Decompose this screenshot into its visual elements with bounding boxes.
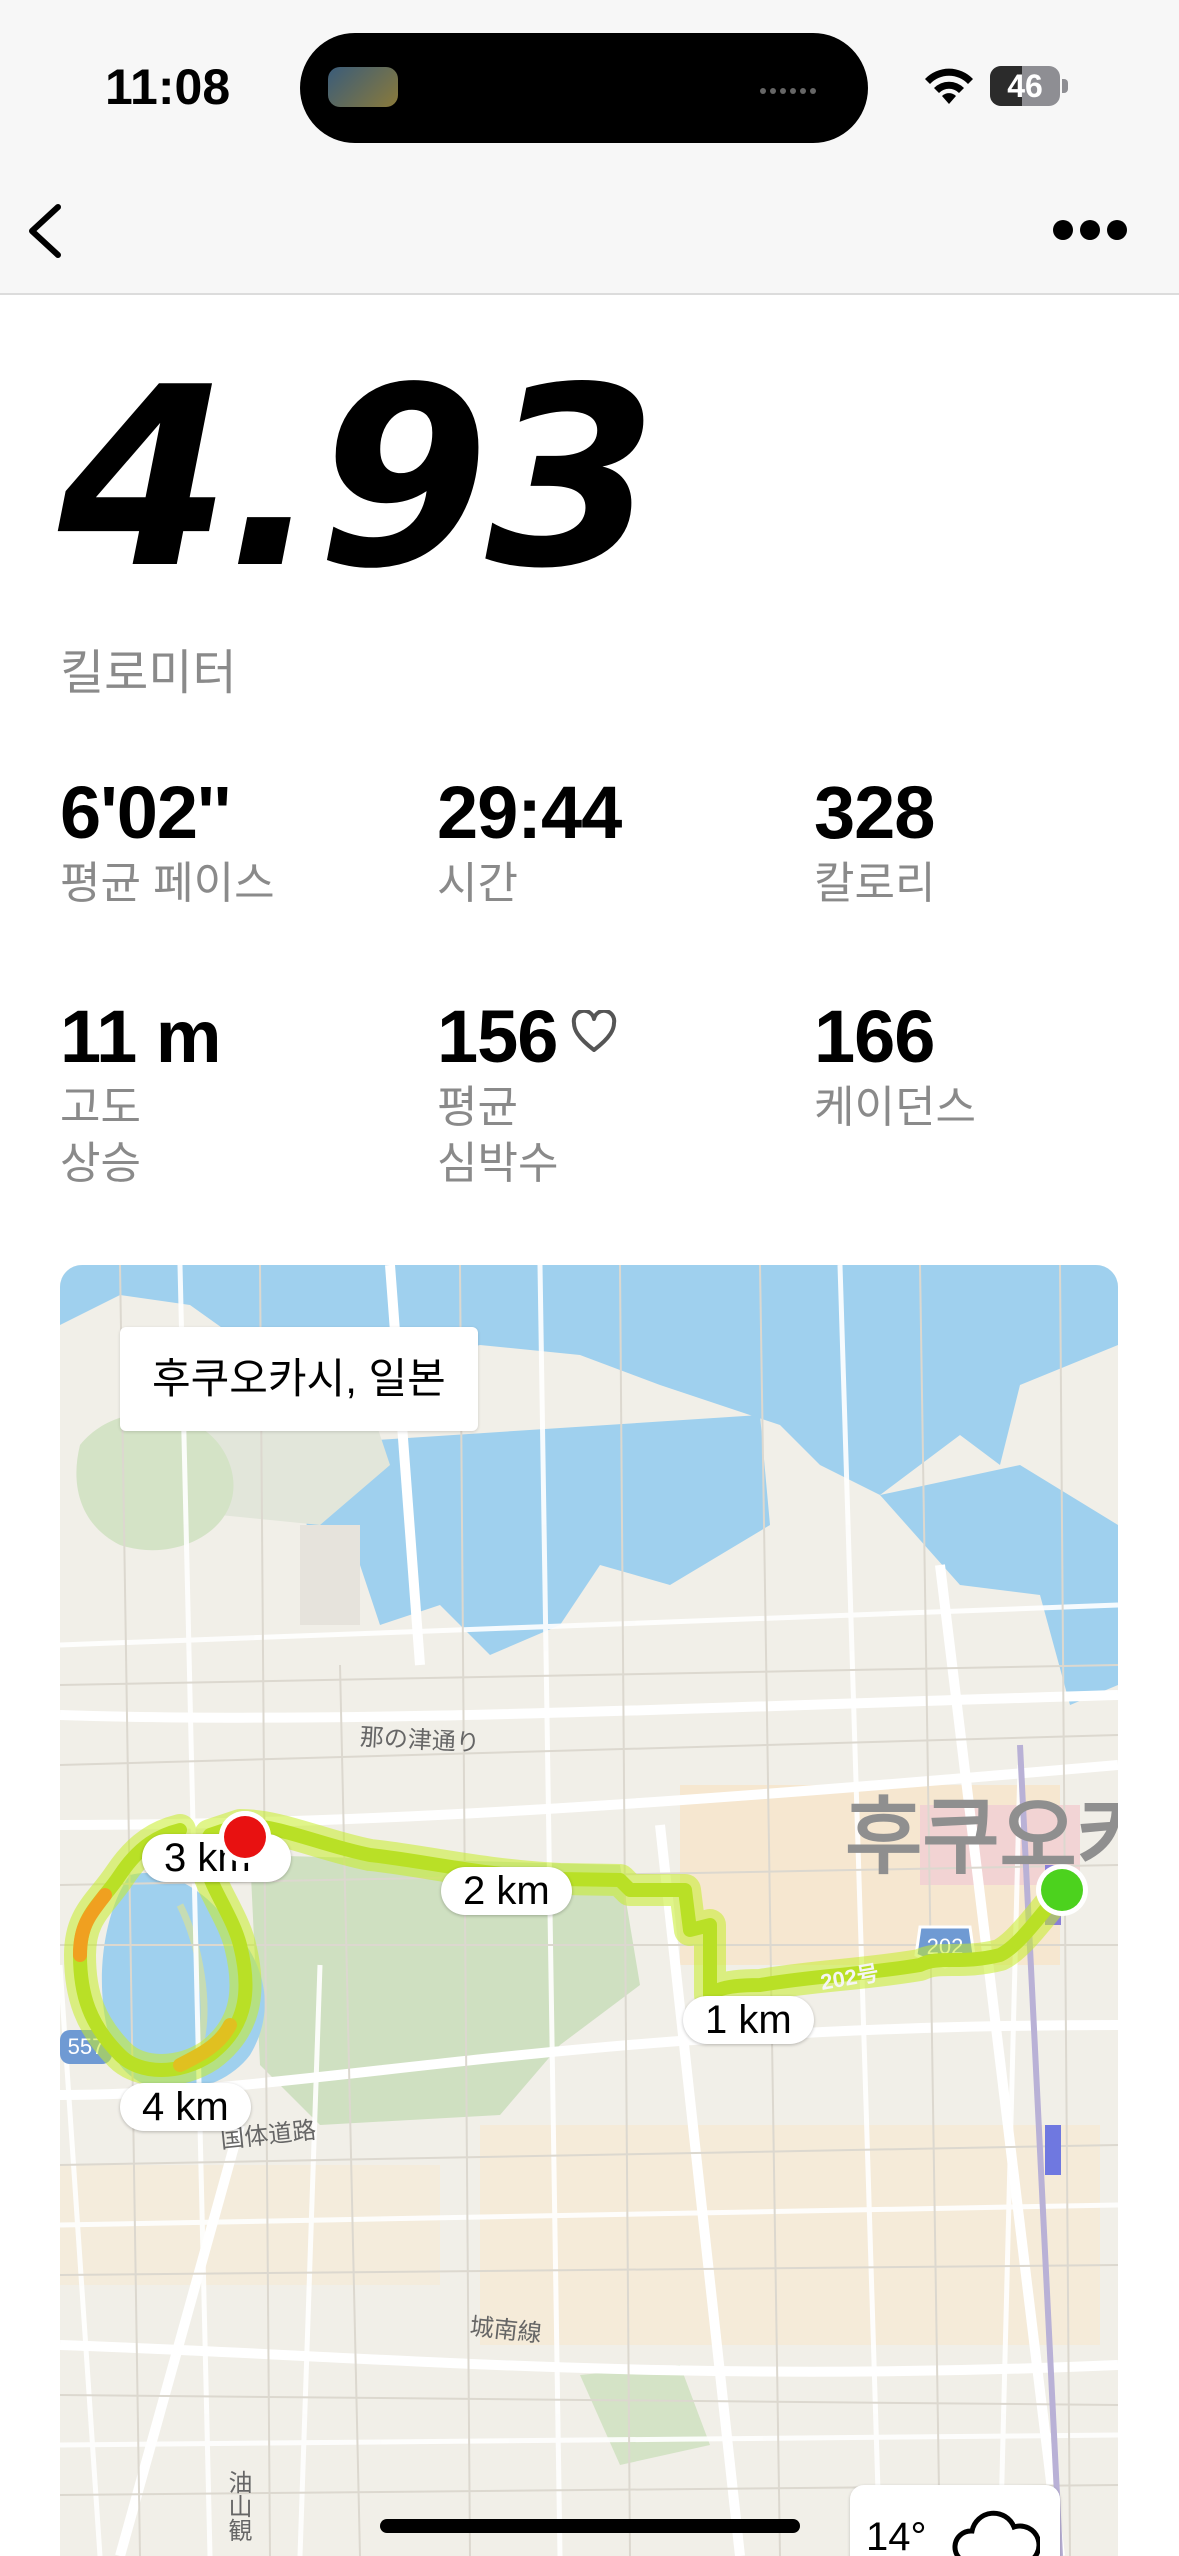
- stat-label: 케이던스: [814, 1083, 976, 1132]
- home-indicator[interactable]: [380, 2519, 800, 2533]
- stat-label: 고도 상승: [60, 1080, 221, 1192]
- map-background: 557 202: [60, 1265, 1118, 2556]
- city-label: 후쿠오카: [845, 1790, 1118, 1884]
- stat-value: 166: [814, 995, 935, 1078]
- more-options-button[interactable]: [1050, 215, 1130, 245]
- dynamic-island: [300, 33, 868, 143]
- street-label: 油山観: [224, 2470, 251, 2542]
- route-map[interactable]: 557 202 那の津通り 国体道路 城南線 油山観 202号 후쿠오카 후쿠오…: [60, 1265, 1118, 2556]
- status-time: 11:08: [105, 59, 231, 115]
- stat-label: 칼로리: [814, 859, 936, 908]
- km-marker: 2 km: [441, 1867, 572, 1915]
- status-bar: 11:08 46: [0, 0, 1179, 175]
- stat-value: 29:44: [437, 771, 622, 854]
- end-marker-overlay: [219, 1811, 271, 1863]
- stat-average-pace: 6'02'' 평균 페이스: [60, 776, 275, 912]
- street-label: 城南線: [468, 2313, 543, 2348]
- stat-label: 평균 페이스: [60, 859, 275, 908]
- stat-value: 6'02'': [60, 771, 231, 854]
- now-playing-thumbnail: [328, 67, 398, 107]
- distance-unit: 킬로미터: [60, 647, 237, 700]
- stat-value: 156: [437, 995, 558, 1078]
- km-marker: 4 km: [120, 2083, 251, 2131]
- stat-value: 328: [814, 771, 935, 854]
- navigation-bar: [0, 175, 1179, 295]
- km-marker: 1 km: [683, 1996, 814, 2044]
- distance-value: 4.93: [58, 335, 658, 623]
- stat-label-line: 평균: [437, 1083, 518, 1132]
- stat-calories: 328 칼로리: [814, 776, 935, 912]
- stat-label-line: 심박수: [437, 1139, 559, 1188]
- stat-label: 평균 심박수: [437, 1080, 617, 1192]
- stat-cadence: 166 케이던스: [814, 1000, 976, 1136]
- battery-percentage: 46: [1007, 68, 1043, 104]
- stat-label-line: 고도: [60, 1083, 141, 1132]
- stat-label: 시간: [437, 859, 518, 908]
- weather-temperature: 14°: [866, 2515, 927, 2556]
- wifi-icon: [925, 68, 973, 104]
- stat-value: 11 m: [60, 995, 222, 1078]
- stat-label-line: 상승: [60, 1139, 141, 1188]
- location-label: 후쿠오카시, 일본: [120, 1327, 478, 1431]
- street-label: 那の津通り: [359, 1723, 481, 1758]
- stat-time: 29:44 시간: [437, 771, 622, 912]
- stat-elevation-gain: 11 m 고도 상승: [60, 995, 222, 1192]
- cloud-icon: [952, 2510, 1040, 2556]
- back-button[interactable]: [18, 195, 78, 265]
- battery-icon: 46: [990, 66, 1068, 106]
- heart-icon: [572, 1010, 617, 1052]
- weather-badge: 14°: [850, 2485, 1060, 2556]
- audio-waveform-icon: [758, 81, 828, 94]
- stat-average-heart-rate: 156 평균 심박수: [437, 1000, 617, 1192]
